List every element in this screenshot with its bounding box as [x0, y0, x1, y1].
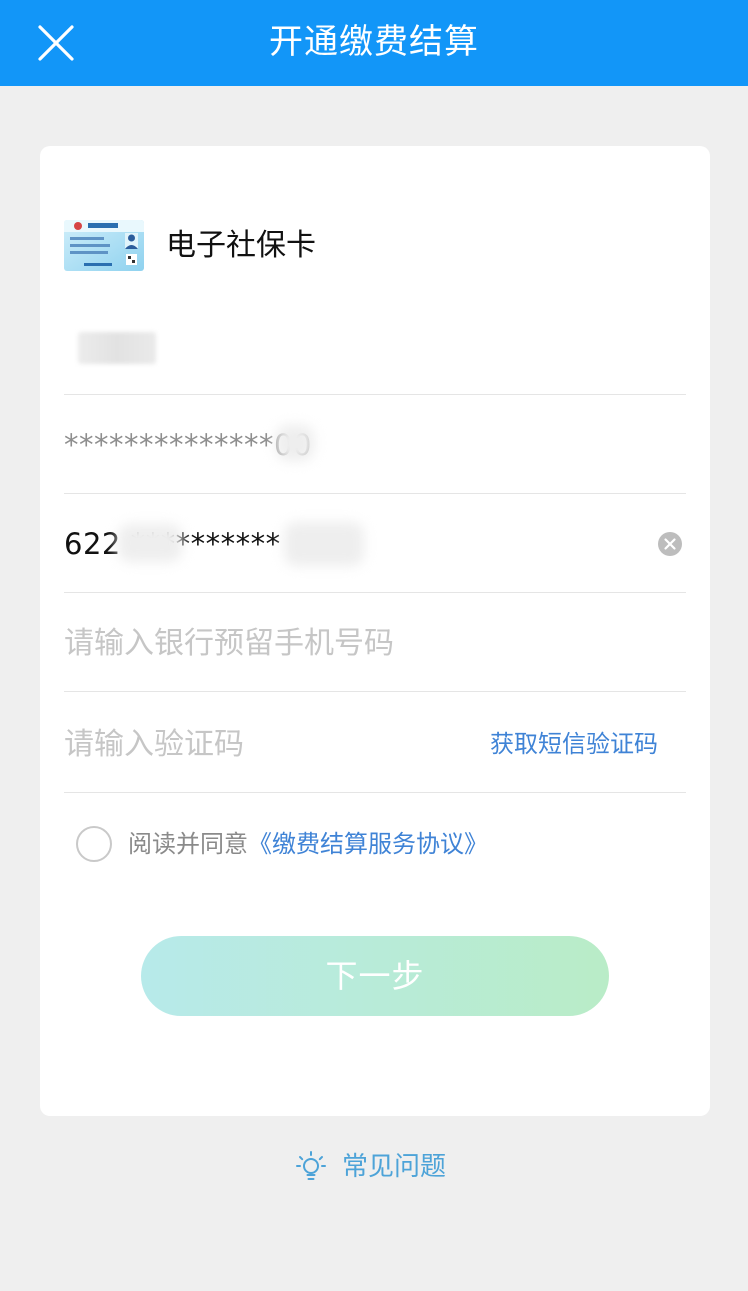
card-title: 电子社保卡: [166, 228, 316, 263]
top-bar: 开通缴费结算: [0, 0, 748, 86]
phone-row: [64, 593, 686, 692]
settlement-form-card: 电子社保卡 **************00 622 ********** 请输…: [40, 146, 710, 1116]
divider: [64, 792, 686, 793]
clear-circle-icon: [658, 532, 682, 556]
name-redacted: [78, 332, 156, 364]
agree-checkbox[interactable]: [76, 826, 112, 862]
social-security-card-icon: [64, 220, 144, 271]
lightbulb-icon: [296, 1151, 326, 1180]
id-number-row: **************00: [64, 395, 686, 494]
redacted-area: [118, 524, 182, 562]
faq-label: 常见问题: [342, 1152, 447, 1182]
redacted-area: [276, 425, 314, 461]
page-title: 开通缴费结算: [269, 22, 479, 62]
verification-code-input[interactable]: [64, 720, 444, 768]
clear-input-button[interactable]: [658, 532, 682, 556]
divider: [64, 691, 686, 692]
agreement-text: 阅读并同意《缴费结算服务协议》: [128, 826, 488, 862]
name-row: [64, 296, 686, 395]
get-sms-code-button[interactable]: 获取短信验证码: [490, 724, 658, 764]
bank-card-row[interactable]: 622 **********: [64, 494, 686, 593]
redacted-area: [284, 522, 364, 566]
verification-code-row: 获取短信验证码: [64, 694, 686, 793]
agreement-prefix: 阅读并同意: [128, 830, 248, 858]
phone-input[interactable]: [64, 619, 484, 667]
next-step-button[interactable]: 下一步: [141, 936, 609, 1016]
id-number-masked: **************00: [64, 428, 312, 462]
agreement-link[interactable]: 《缴费结算服务协议》: [248, 830, 488, 858]
